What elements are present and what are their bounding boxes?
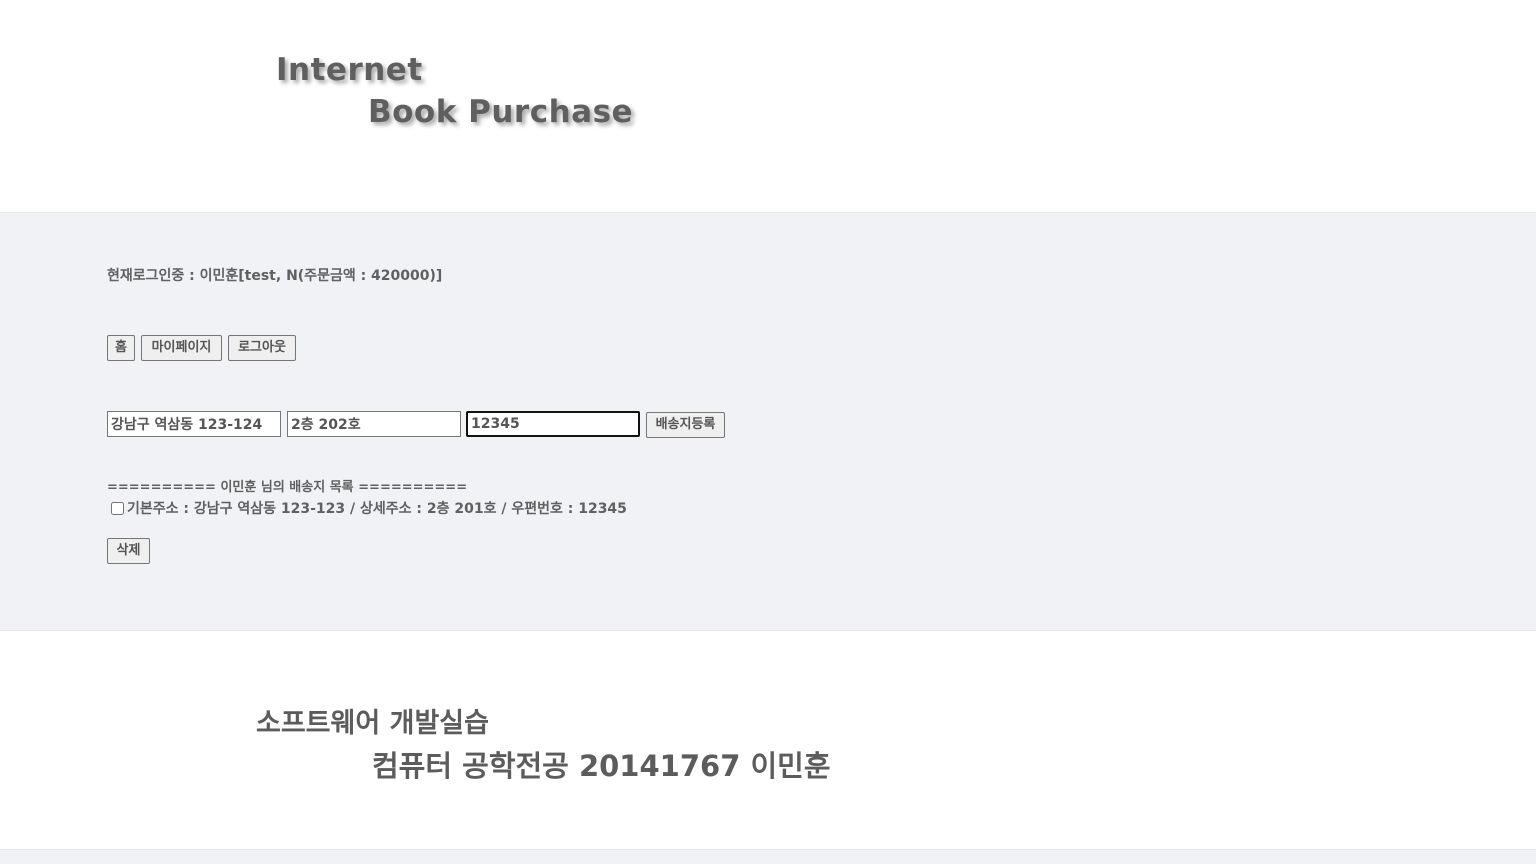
site-footer: 소프트웨어 개발실습 컴퓨터 공학전공 20141767 이민훈: [0, 631, 1536, 850]
zipcode-input[interactable]: [466, 411, 640, 437]
register-address-button[interactable]: 배송지등록: [646, 412, 725, 438]
address-list-item: 기본주소 : 강남구 역삼동 123-123 / 상세주소 : 2층 201호 …: [110, 498, 627, 518]
logo-title-line1: Internet: [276, 52, 423, 88]
footer-author-info: 컴퓨터 공학전공 20141767 이민훈: [372, 749, 831, 783]
logo-title-line2: Book Purchase: [368, 94, 634, 130]
home-button[interactable]: 홈: [107, 335, 135, 361]
logout-button[interactable]: 로그아웃: [228, 335, 296, 361]
main-content: 현재로그인중 : 이민훈[test, N(주문금액 : 420000)] 홈 마…: [0, 213, 1536, 631]
address-input[interactable]: [107, 411, 281, 437]
delete-address-button[interactable]: 삭제: [107, 538, 150, 564]
address-item-text: 기본주소 : 강남구 역삼동 123-123 / 상세주소 : 2층 201호 …: [127, 501, 627, 517]
login-status-text: 현재로그인중 : 이민훈[test, N(주문금액 : 420000)]: [107, 268, 443, 284]
address-list-header: ========== 이민훈 님의 배송지 목록 ==========: [107, 480, 468, 495]
mypage-button[interactable]: 마이페이지: [141, 335, 222, 361]
bottom-strip: [0, 850, 1536, 864]
detail-address-input[interactable]: [287, 411, 461, 437]
address-select-checkbox[interactable]: [111, 501, 124, 515]
footer-course-title: 소프트웨어 개발실습: [256, 708, 489, 739]
site-header: Internet Book Purchase: [0, 0, 1536, 213]
